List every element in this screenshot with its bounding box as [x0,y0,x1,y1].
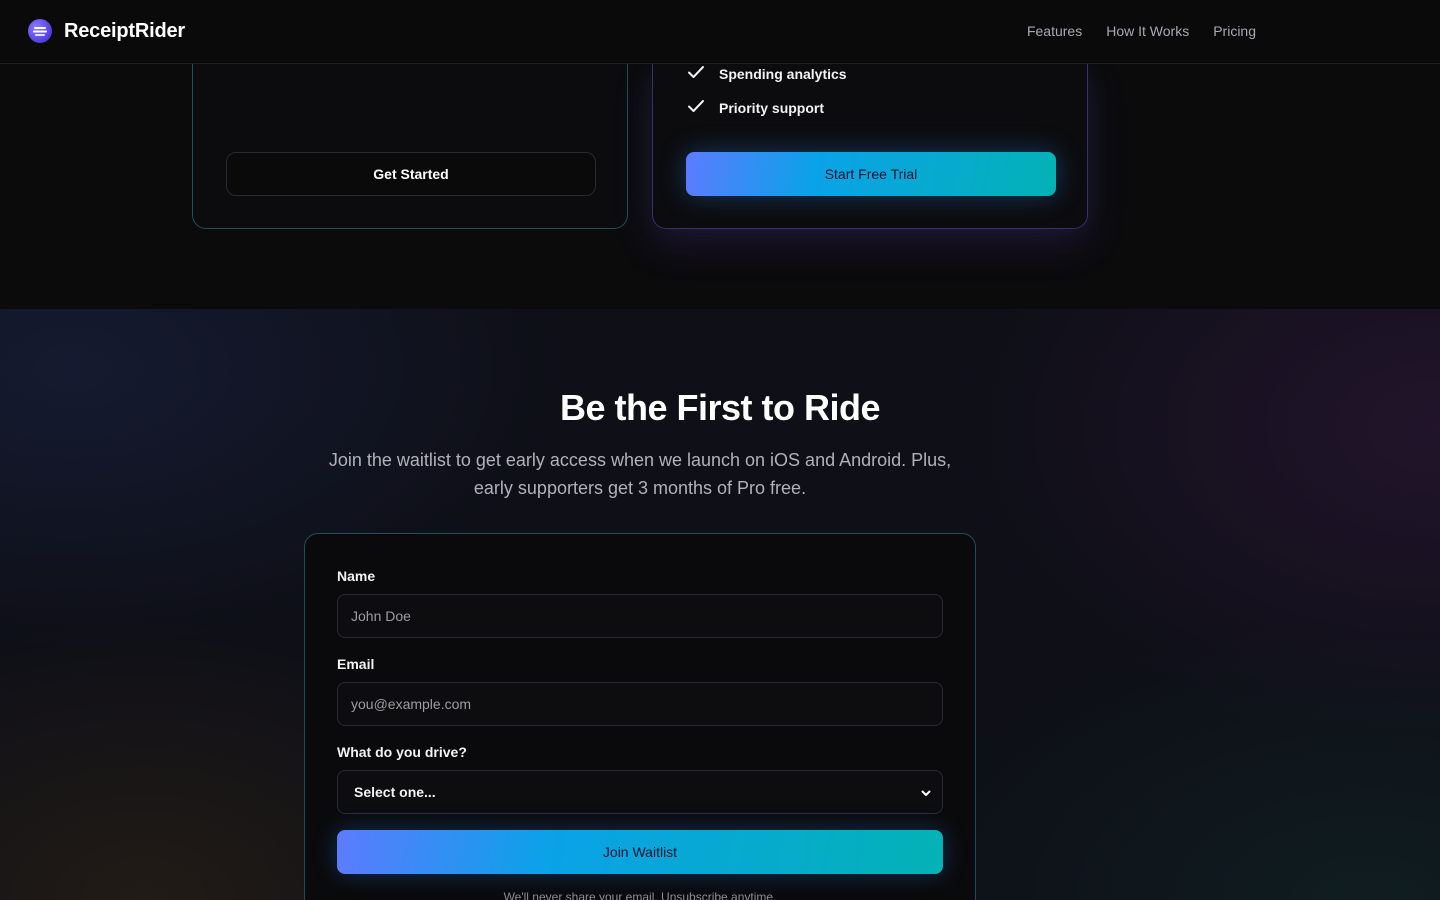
brand[interactable]: ReceiptRider [28,19,185,43]
chevron-down-icon [920,786,932,804]
join-waitlist-button[interactable]: Join Waitlist [337,830,943,874]
waitlist-subtitle: Join the waitlist to get early access wh… [328,450,952,498]
top-nav: ReceiptRider Features How It Works Prici… [0,0,1440,64]
brand-name: ReceiptRider [64,19,185,42]
feature-label: Priority support [719,99,825,116]
waitlist-form: Name Email What do you drive? Select one… [304,533,976,900]
pricing-section: Get Started Spending analytics Priority … [0,64,1440,309]
check-icon [687,99,705,116]
nav-links: Features How It Works Pricing [1027,23,1256,39]
logo-icon [28,19,52,43]
nav-link-how-it-works[interactable]: How It Works [1106,23,1189,39]
nav-link-features[interactable]: Features [1027,23,1082,39]
feature-item: Spending analytics [687,65,847,82]
check-icon [687,65,705,82]
vehicle-select[interactable]: Select one... [337,770,943,814]
name-input[interactable] [337,594,943,638]
feature-item: Priority support [687,99,824,116]
email-input[interactable] [337,682,943,726]
name-label: Name [337,568,376,584]
privacy-note: We'll never share your email. Unsubscrib… [503,890,777,900]
feature-label: Spending analytics [719,65,847,82]
pricing-card-pro: Spending analytics Priority support Star… [652,64,1088,229]
waitlist-section: Be the First to Ride Join the waitlist t… [0,309,1440,900]
start-free-trial-button[interactable]: Start Free Trial [686,152,1056,196]
get-started-button[interactable]: Get Started [226,152,596,196]
vehicle-label: What do you drive? [337,744,467,760]
vehicle-select-value: Select one... [354,784,436,800]
pricing-card-basic: Get Started [192,64,628,229]
waitlist-title: Be the First to Ride [559,387,881,428]
nav-link-pricing[interactable]: Pricing [1213,23,1256,39]
email-label: Email [337,656,375,672]
